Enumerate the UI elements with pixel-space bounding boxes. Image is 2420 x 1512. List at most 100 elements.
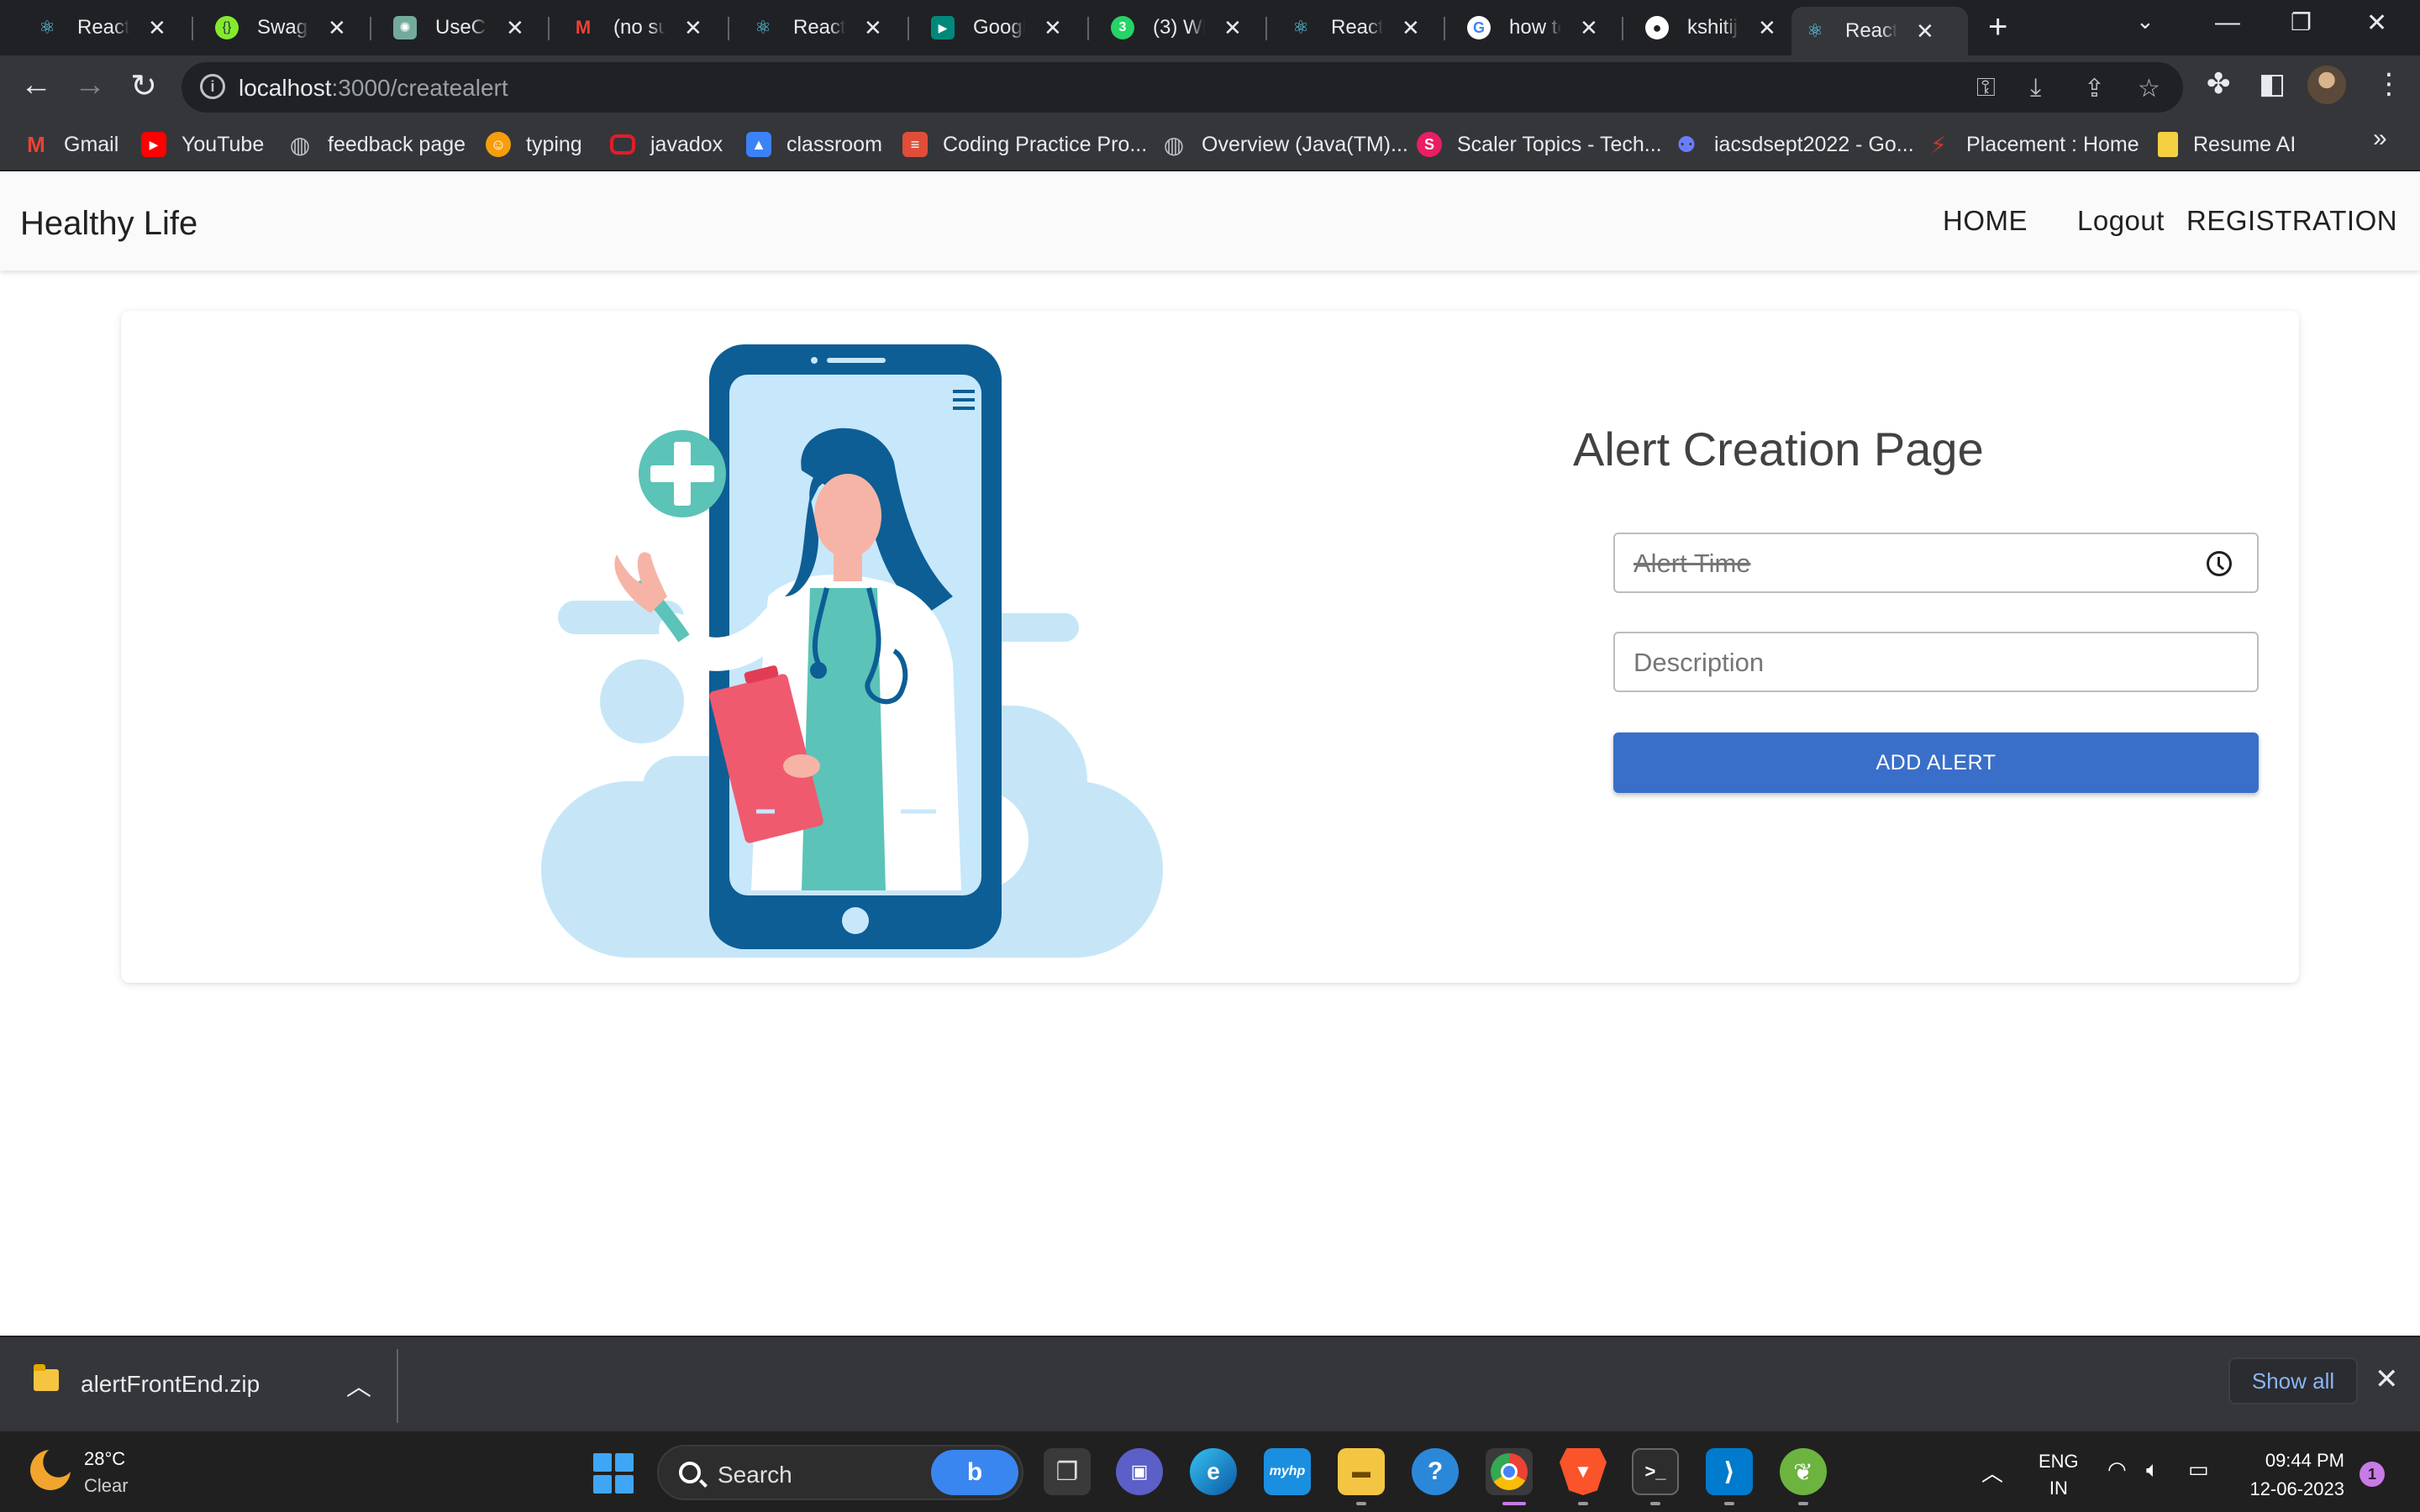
bookmark-iacsdsept2022[interactable]: ⚉ iacsdsept2022 - Go... — [1674, 128, 1913, 161]
bookmark-youtube[interactable]: ▶ YouTube — [141, 128, 264, 161]
show-hidden-icons-chevron[interactable]: ︿ — [1981, 1457, 2003, 1488]
classroom-icon: ▲ — [746, 132, 771, 157]
share-icon[interactable]: ⇪ — [2084, 74, 2105, 103]
chrome-icon[interactable] — [1486, 1448, 1533, 1495]
spring-tools-icon[interactable]: ❦ — [1780, 1448, 1827, 1495]
windows-start-icon[interactable] — [593, 1453, 634, 1494]
tab-gmail[interactable]: M (no subject) ✕ — [560, 8, 714, 47]
notification-badge[interactable]: 1 — [2360, 1462, 2385, 1487]
download-filename[interactable]: alertFrontEnd.zip — [81, 1371, 260, 1398]
vscode-icon[interactable]: ⟩ — [1706, 1448, 1753, 1495]
extensions-icon[interactable]: ✤ — [2207, 67, 2231, 101]
bookmark-typing[interactable]: ☺ typing — [486, 128, 582, 161]
file-explorer-icon[interactable]: ▬ — [1338, 1448, 1385, 1495]
close-icon[interactable]: ✕ — [1916, 18, 1934, 45]
close-icon[interactable]: ✕ — [1580, 15, 1598, 41]
window-close-button[interactable]: ✕ — [2366, 8, 2387, 38]
clock-icon[interactable] — [2207, 551, 2232, 576]
tab-google-search[interactable]: G how to ✕ — [1455, 8, 1610, 47]
alert-time-input[interactable] — [1634, 546, 2188, 581]
nav-registration-link[interactable]: REGISTRATION — [2186, 205, 2397, 237]
side-panel-icon[interactable]: ◧ — [2259, 67, 2286, 101]
bing-icon[interactable]: b — [931, 1450, 1018, 1495]
tab-react-app-active[interactable]: ⚛ React App ✕ — [1791, 7, 1968, 55]
bookmark-gmail[interactable]: M Gmail — [24, 128, 118, 161]
close-icon[interactable]: ✕ — [684, 15, 702, 41]
bookmark-placement-home[interactable]: ⚡ Placement : Home — [1926, 128, 2139, 161]
bookmark-classroom[interactable]: ▲ classroom — [746, 128, 882, 161]
close-icon[interactable]: ✕ — [1223, 15, 1242, 41]
site-info-icon[interactable]: i — [200, 74, 225, 99]
install-app-icon[interactable]: ⤓ — [2030, 74, 2041, 102]
myhp-icon[interactable]: myhp — [1264, 1448, 1311, 1495]
input-language-indicator[interactable]: ENG IN — [2039, 1448, 2079, 1502]
bookmark-coding-practice[interactable]: ≡ Coding Practice Pro... — [902, 128, 1147, 161]
address-bar[interactable]: i localhost:3000/createalert ⚿ ⤓ ⇪ ☆ — [182, 62, 2183, 113]
edge-browser-icon[interactable]: e — [1190, 1448, 1237, 1495]
close-icon[interactable]: ✕ — [148, 15, 166, 41]
tab-react-app-2[interactable]: ⚛ React App ✕ — [739, 8, 894, 47]
back-button[interactable]: ← — [17, 67, 55, 103]
tab-swagger[interactable]: {} Swagger UI ✕ — [203, 8, 358, 47]
tab-github[interactable]: ● kshitijch ✕ — [1634, 8, 1788, 47]
close-icon[interactable]: ✕ — [1402, 15, 1420, 41]
chevron-up-icon[interactable]: ︿ — [346, 1366, 371, 1403]
wifi-icon[interactable]: ◠ — [2107, 1457, 2127, 1483]
globe-icon: ◍ — [1163, 131, 1185, 158]
tab-google-meet[interactable]: ▶ Google Meet ✕ — [919, 8, 1074, 47]
groups-icon: ⚉ — [1676, 131, 1697, 157]
bookmark-scaler-topics[interactable]: S Scaler Topics - Tech... — [1417, 128, 1662, 161]
download-shelf: alertFrontEnd.zip ︿ Show all ✕ — [0, 1336, 2420, 1431]
brave-browser-icon[interactable]: ▼ — [1560, 1448, 1607, 1495]
reload-button[interactable]: ↻ — [124, 67, 163, 105]
bookmark-feedback-page[interactable]: ◍ feedback page — [287, 128, 466, 161]
show-all-downloads-button[interactable]: Show all — [2228, 1357, 2358, 1404]
moon-weather-icon[interactable] — [30, 1450, 71, 1490]
github-icon: ● — [1645, 16, 1669, 39]
key-icon[interactable]: ⚿ — [1976, 74, 1996, 102]
new-tab-button[interactable]: + — [1988, 10, 2007, 44]
weather-temperature[interactable]: 28°C — [84, 1448, 125, 1470]
browser-toolbar: ← → ↻ i localhost:3000/createalert ⚿ ⤓ ⇪… — [0, 55, 2420, 119]
close-icon[interactable]: ✕ — [328, 15, 346, 41]
react-icon: ⚛ — [1292, 17, 1309, 38]
tab-react-app-1[interactable]: ⚛ React App ✕ — [24, 8, 178, 47]
weather-condition[interactable]: Clear — [84, 1475, 129, 1497]
openai-icon: ✺ — [393, 16, 417, 39]
close-icon[interactable]: ✕ — [1758, 15, 1776, 41]
get-help-icon[interactable]: ? — [1412, 1448, 1459, 1495]
bookmark-javadox[interactable]: javadox — [610, 128, 723, 161]
tab-search-chevron-icon[interactable]: ⌄ — [2136, 8, 2154, 34]
teams-chat-icon[interactable]: ▣ — [1116, 1448, 1163, 1495]
nav-logout-link[interactable]: Logout — [2077, 205, 2165, 237]
bookmark-star-icon[interactable]: ☆ — [2138, 74, 2160, 103]
minimize-button[interactable]: — — [2215, 8, 2240, 37]
tab-usechatgpt[interactable]: ✺ UseChatGPT ✕ — [381, 8, 536, 47]
profile-avatar[interactable] — [2307, 66, 2346, 104]
brand-title[interactable]: Healthy Life — [20, 205, 197, 243]
close-icon[interactable]: ✕ — [506, 15, 524, 41]
alert-time-field[interactable] — [1613, 533, 2259, 593]
close-icon[interactable]: ✕ — [864, 15, 882, 41]
tab-react-app-3[interactable]: ⚛ React App ✕ — [1277, 8, 1432, 47]
more-bookmarks-icon[interactable]: » — [2373, 124, 2387, 153]
taskbar-search-box[interactable]: Search b — [657, 1445, 1023, 1500]
task-view-icon[interactable]: ❐ — [1044, 1448, 1091, 1495]
close-download-shelf-icon[interactable]: ✕ — [2375, 1362, 2399, 1396]
forward-button[interactable]: → — [71, 67, 109, 103]
battery-icon[interactable]: ▭ — [2188, 1457, 2209, 1483]
add-alert-button[interactable]: ADD ALERT — [1613, 732, 2259, 793]
tab-whatsapp[interactable]: 3 (3) WhatsApp ✕ — [1099, 8, 1254, 47]
restore-button[interactable]: ❐ — [2291, 8, 2312, 36]
volume-icon[interactable]: 🔈︎ — [2146, 1457, 2160, 1483]
bookmark-java-overview[interactable]: ◍ Overview (Java(TM)... — [1161, 128, 1408, 161]
system-clock[interactable]: 09:44 PM 12-06-2023 — [2228, 1446, 2344, 1504]
terminal-icon[interactable]: >_ — [1632, 1448, 1679, 1495]
description-input[interactable] — [1634, 645, 2188, 680]
menu-kebab-icon[interactable]: ⋮ — [2375, 67, 2403, 101]
url-text[interactable]: localhost:3000/createalert — [239, 75, 508, 102]
bookmark-resume-ai[interactable]: Resume AI — [2158, 128, 2296, 161]
description-field[interactable] — [1613, 632, 2259, 692]
nav-home-link[interactable]: HOME — [1943, 205, 2028, 237]
close-icon[interactable]: ✕ — [1044, 15, 1062, 41]
